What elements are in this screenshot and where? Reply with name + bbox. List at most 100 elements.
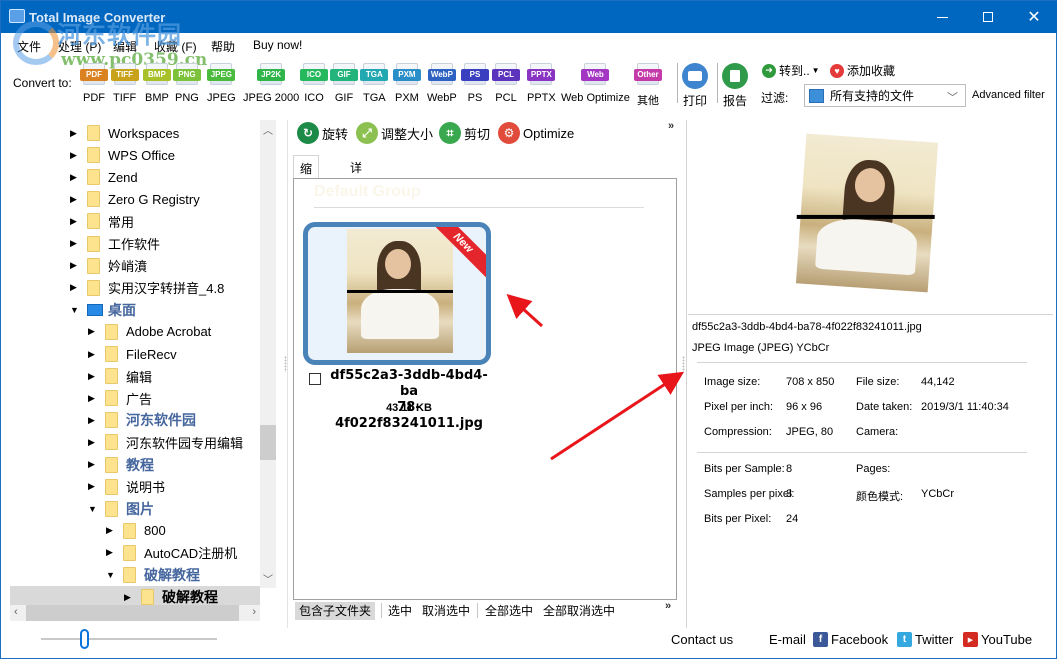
minimize-button[interactable]	[919, 1, 965, 33]
convert-webp-button[interactable]: WebP WebP	[427, 63, 457, 104]
tree-item[interactable]: ▶ AutoCAD注册机	[10, 542, 260, 564]
expand-arrow-icon[interactable]: ▶	[106, 547, 113, 558]
include-subfolders-toggle[interactable]: 包含子文件夹	[295, 602, 376, 620]
expand-arrow-icon[interactable]: ▶	[70, 260, 77, 271]
thumbnail-area[interactable]: Default Group New df55c2a3-3ddb-4bd4-ba …	[293, 178, 677, 600]
pane-splitter[interactable]	[686, 120, 687, 628]
report-button[interactable]: 报告	[722, 63, 748, 109]
collapse-arrow-icon[interactable]: ▼	[106, 570, 115, 580]
expand-arrow-icon[interactable]: ▶	[88, 415, 95, 426]
maximize-button[interactable]	[965, 1, 1011, 33]
convert-jpeg-button[interactable]: JPEG JPEG	[207, 63, 236, 104]
expand-arrow-icon[interactable]: ▶	[106, 525, 113, 536]
facebook-link[interactable]: f Facebook	[813, 632, 888, 647]
expand-arrow-icon[interactable]: ▶	[88, 349, 95, 360]
tree-item[interactable]: ▶ 河东软件园专用编辑	[10, 431, 260, 453]
collapse-arrow-icon[interactable]: ▼	[70, 305, 79, 315]
deselect-button[interactable]: 取消选中	[422, 602, 470, 620]
menu-buy-now[interactable]: Buy now!	[253, 38, 302, 52]
convert-pptx-button[interactable]: PPTX PPTX	[527, 63, 556, 104]
folder-tree[interactable]: ▶ Workspaces ▶ WPS Office ▶ Zend ▶ Zero G Regis…	[10, 120, 276, 609]
tree-item[interactable]: ▶ WPS Office	[10, 144, 260, 166]
splitter-grip[interactable]	[284, 356, 287, 372]
scroll-down-icon[interactable]: ﹀	[263, 571, 273, 586]
tree-item[interactable]: ▶ FileRecv	[10, 343, 260, 365]
convert-tiff-button[interactable]: TIFF TIFF	[110, 63, 139, 104]
convert-pdf-button[interactable]: PDF PDF	[80, 63, 108, 104]
tree-item[interactable]: ▶ Workspaces	[10, 122, 260, 144]
tree-item[interactable]: ▶ 800	[10, 520, 260, 542]
file-checkbox[interactable]	[309, 373, 321, 385]
expand-arrow-icon[interactable]: ▶	[70, 216, 77, 227]
expand-arrow-icon[interactable]: ▶	[88, 371, 95, 382]
deselect-all-button[interactable]: 全部取消选中	[543, 602, 615, 620]
more-tools-icon[interactable]: »	[668, 120, 674, 132]
collapse-arrow-icon[interactable]: ▼	[88, 504, 97, 514]
resize-button[interactable]: ⤢ 调整大小	[356, 122, 433, 144]
more-actions-icon[interactable]: »	[665, 600, 671, 612]
convert-ico-button[interactable]: ICO ICO	[300, 63, 328, 104]
thumbnail-size-slider[interactable]	[41, 638, 217, 640]
scroll-left-icon[interactable]: ‹	[14, 606, 18, 618]
expand-arrow-icon[interactable]: ▶	[88, 437, 95, 448]
add-favorite-button[interactable]: ♥ 添加收藏	[830, 62, 895, 79]
pane-splitter[interactable]	[287, 120, 288, 628]
image-thumbnail[interactable]: New	[303, 222, 491, 365]
convert-png-button[interactable]: PNG PNG	[172, 63, 201, 104]
expand-arrow-icon[interactable]: ▶	[88, 326, 95, 337]
slider-handle[interactable]	[80, 629, 89, 649]
tree-item[interactable]: ▼ 桌面	[10, 299, 260, 321]
tree-item[interactable]: ▶ Zend	[10, 166, 260, 188]
print-button[interactable]: 打印	[682, 63, 708, 109]
youtube-link[interactable]: ▶ YouTube	[963, 632, 1032, 647]
expand-arrow-icon[interactable]: ▶	[70, 172, 77, 183]
expand-arrow-icon[interactable]: ▶	[70, 194, 77, 205]
advanced-filter-link[interactable]: Advanced filter	[972, 89, 1045, 101]
tab-details[interactable]: 详细信息	[344, 155, 368, 226]
convert-jp2k-button[interactable]: JP2K JPEG 2000	[243, 63, 299, 104]
expand-arrow-icon[interactable]: ▶	[70, 150, 77, 161]
convert-ps-button[interactable]: PS PS	[461, 63, 489, 104]
filter-select[interactable]: 所有支持的文件 ﹀	[804, 84, 966, 107]
tree-horizontal-scrollbar[interactable]: ‹ ›	[10, 605, 260, 621]
convert-other-button[interactable]: Other 其他	[634, 63, 662, 108]
select-all-button[interactable]: 全部选中	[485, 602, 533, 620]
crop-button[interactable]: ⌗ 剪切	[439, 122, 490, 144]
scrollbar-thumb[interactable]	[26, 605, 239, 621]
expand-arrow-icon[interactable]: ▶	[124, 592, 131, 603]
scrollbar-thumb[interactable]	[260, 425, 276, 460]
expand-arrow-icon[interactable]: ▶	[70, 128, 77, 139]
tree-item[interactable]: ▶ 实用汉字转拼音_4.8	[10, 277, 260, 299]
convert-pxm-button[interactable]: PXM PXM	[392, 63, 421, 104]
convert-web-button[interactable]: Web Web Optimize	[561, 63, 630, 104]
expand-arrow-icon[interactable]: ▶	[88, 393, 95, 404]
tree-vertical-scrollbar[interactable]: ︿ ﹀	[260, 120, 276, 588]
goto-button[interactable]: ➜ 转到.. ▼	[762, 62, 820, 79]
tree-item[interactable]: ▶ Adobe Acrobat	[10, 321, 260, 343]
convert-tga-button[interactable]: TGA TGA	[360, 63, 389, 104]
tree-item[interactable]: ▶ 教程	[10, 454, 260, 476]
tree-item[interactable]: ▶ 工作软件	[10, 233, 260, 255]
tree-item[interactable]: ▼ 图片	[10, 498, 260, 520]
tree-item[interactable]: ▶ Zero G Registry	[10, 188, 260, 210]
tree-item[interactable]: ▼ 破解教程	[10, 564, 260, 586]
tree-item[interactable]: ▶ 广告	[10, 387, 260, 409]
optimize-button[interactable]: ⚙ Optimize	[498, 122, 574, 144]
expand-arrow-icon[interactable]: ▶	[88, 459, 95, 470]
expand-arrow-icon[interactable]: ▶	[88, 481, 95, 492]
contact-us-link[interactable]: Contact us	[671, 632, 733, 647]
scroll-right-icon[interactable]: ›	[252, 606, 256, 618]
tree-item[interactable]: ▶ 妗峭濆	[10, 255, 260, 277]
tree-item[interactable]: ▶ 河东软件园	[10, 409, 260, 431]
twitter-link[interactable]: t Twitter	[897, 632, 953, 647]
select-button[interactable]: 选中	[388, 602, 412, 620]
expand-arrow-icon[interactable]: ▶	[70, 282, 77, 293]
expand-arrow-icon[interactable]: ▶	[70, 238, 77, 249]
tree-item[interactable]: ▶ 常用	[10, 210, 260, 232]
convert-pcl-button[interactable]: PCL PCL	[492, 63, 520, 104]
splitter-grip[interactable]	[682, 356, 685, 372]
convert-bmp-button[interactable]: BMP BMP	[142, 63, 171, 104]
scroll-up-icon[interactable]: ︿	[263, 122, 273, 137]
close-button[interactable]: ✕	[1011, 1, 1057, 33]
menu-help[interactable]: 帮助	[211, 38, 235, 55]
